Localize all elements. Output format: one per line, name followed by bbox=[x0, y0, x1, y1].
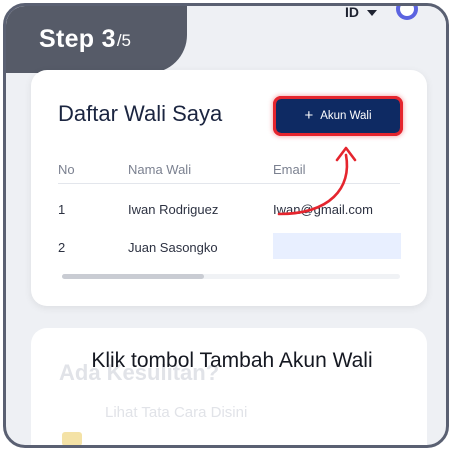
step-badge: Step 3 /5 bbox=[6, 6, 187, 73]
column-header-email: Email bbox=[273, 162, 306, 177]
tutorial-frame: ID Step 3 /5 Daftar Wali Saya + Akun Wal… bbox=[3, 3, 449, 448]
row-email: Iwan@gmail.com bbox=[273, 202, 373, 217]
step-current: Step 3 bbox=[39, 24, 116, 53]
header-divider bbox=[58, 183, 400, 184]
language-selector[interactable]: ID bbox=[345, 4, 377, 20]
horizontal-scrollbar[interactable] bbox=[62, 274, 400, 279]
step-total: /5 bbox=[116, 31, 132, 50]
column-header-no: No bbox=[58, 162, 75, 177]
row-no: 2 bbox=[58, 240, 66, 255]
row-name: Juan Sasongko bbox=[128, 240, 218, 255]
card-title: Daftar Wali Saya bbox=[58, 101, 223, 126]
scrollbar-thumb[interactable] bbox=[62, 274, 204, 279]
chevron-down-icon bbox=[367, 10, 377, 16]
plus-icon: + bbox=[304, 107, 314, 124]
avatar-icon[interactable] bbox=[396, 6, 418, 20]
guardian-list-card: Daftar Wali Saya + Akun Wali No Nama Wal… bbox=[31, 70, 427, 306]
row-email bbox=[273, 233, 401, 259]
row-name: Iwan Rodriguez bbox=[128, 202, 219, 217]
row-no: 1 bbox=[58, 202, 66, 217]
help-link[interactable]: Lihat Tata Cara Disini bbox=[105, 404, 247, 421]
instruction-caption: Klik tombol Tambah Akun Wali bbox=[91, 349, 373, 372]
help-card: Ada Kesulitan? Lihat Tata Cara Disini bbox=[31, 328, 427, 445]
add-guardian-label: Akun Wali bbox=[320, 110, 372, 122]
language-label: ID bbox=[345, 4, 359, 20]
add-guardian-button[interactable]: + Akun Wali bbox=[273, 96, 403, 136]
column-header-name: Nama Wali bbox=[128, 162, 192, 177]
folder-icon bbox=[62, 432, 82, 445]
